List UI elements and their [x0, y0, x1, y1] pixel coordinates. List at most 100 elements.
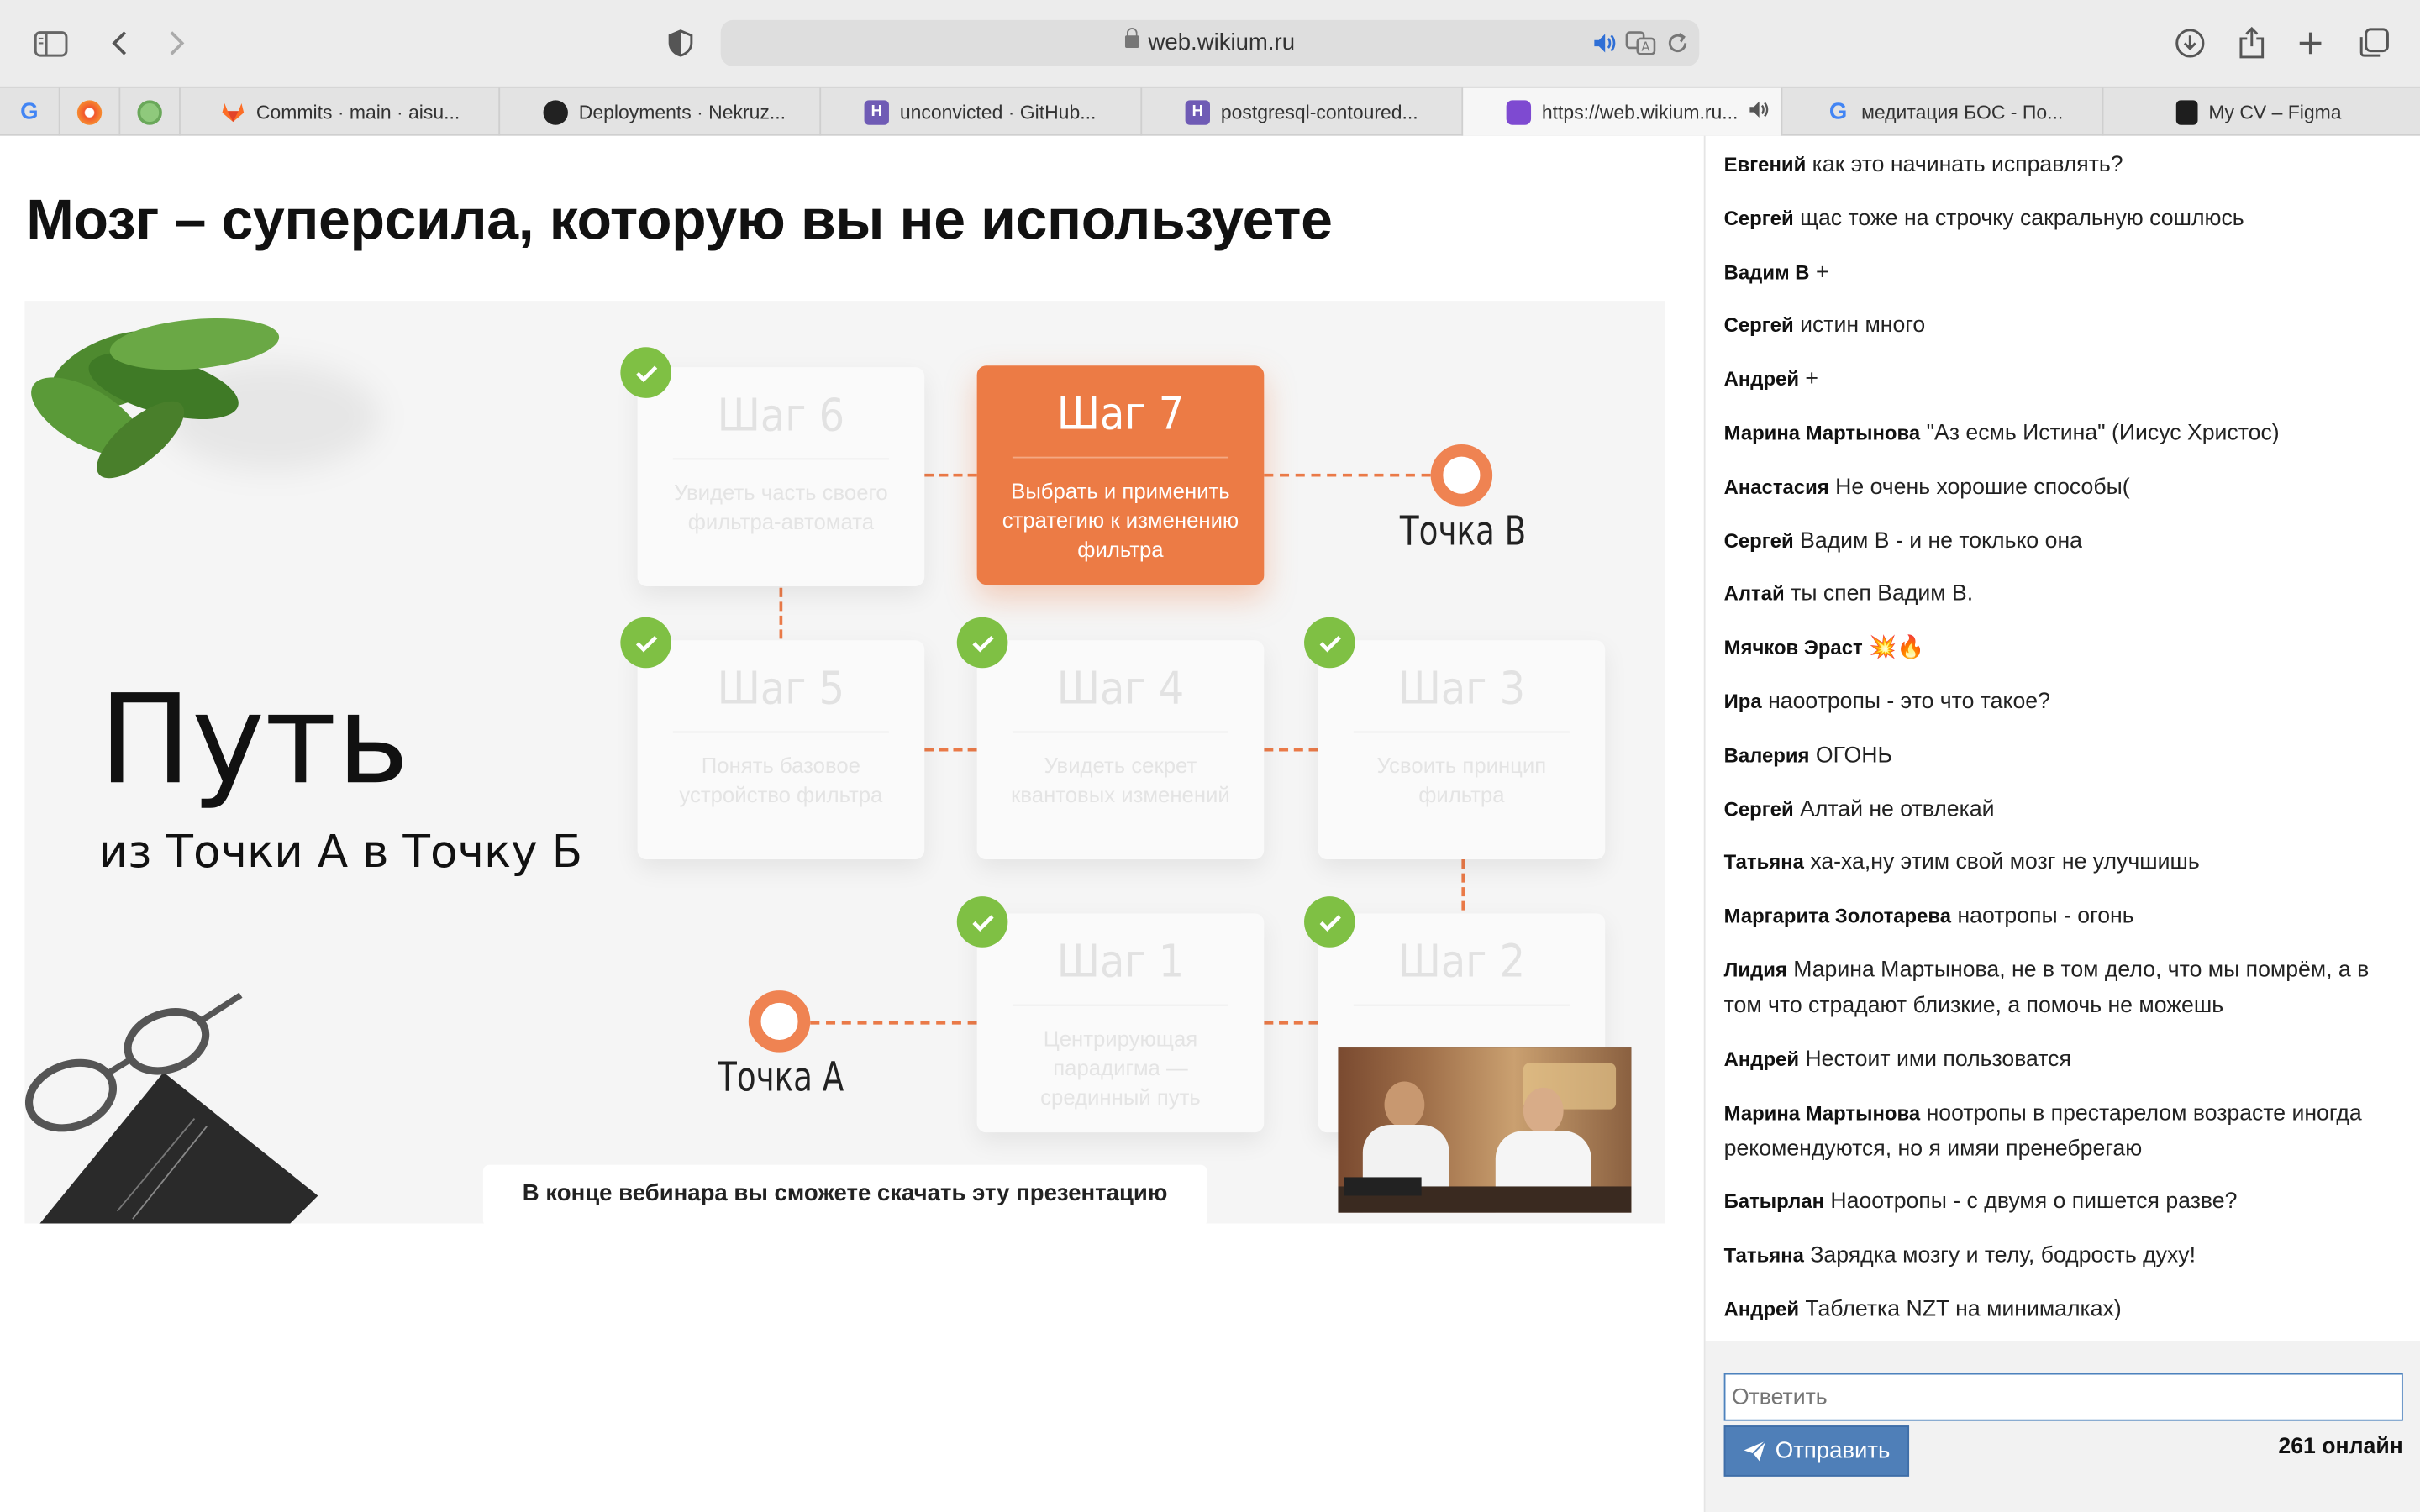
chat-message-text: Не очень хорошие способы(: [1835, 475, 2130, 500]
chat-message-text: Вадим В - и не токлько она: [1800, 528, 2082, 554]
pinned-tab-app[interactable]: [120, 87, 181, 136]
chat-message-author: Анастасия: [1723, 475, 1829, 498]
check-icon: [1304, 617, 1355, 669]
chat-message-list[interactable]: Евгений как это начинать исправлять? Серг…: [1706, 136, 2420, 1341]
chat-message-author: Сергей: [1723, 313, 1794, 338]
pinned-tab-google[interactable]: G: [0, 87, 60, 136]
chat-message-text: Наоотропы - с двумя о пишется разве?: [1830, 1189, 2238, 1215]
chat-message-author: Батырлан: [1723, 1189, 1825, 1214]
page-title: Мозг – суперсила, которую вы не использу…: [26, 188, 1333, 252]
chat-message-author: Ира: [1723, 689, 1762, 713]
chat-message-text: "Аз есмь Истина" (Иисус Христос): [1926, 421, 2280, 446]
step-card-3: Шаг 3 Усвоить принцип фильтра: [1318, 640, 1606, 860]
translate-icon[interactable]: A: [1625, 29, 1656, 65]
pinned-tab-music[interactable]: [60, 87, 121, 136]
forward-icon[interactable]: [160, 22, 194, 65]
chat-message-text: истин много: [1800, 313, 1926, 339]
connector-line: [924, 473, 977, 477]
chat-message: Татьяна Зарядка мозгу и телу, бодрость д…: [1724, 1237, 2403, 1274]
browser-toolbar: web.wikium.ru A: [0, 0, 2420, 87]
online-count: 261 онлайн: [2278, 1435, 2403, 1460]
connector-line: [1264, 1021, 1318, 1025]
app-icon: [137, 99, 162, 124]
chat-message: Вадим В +: [1724, 254, 2403, 291]
tab-overview-icon[interactable]: [2355, 22, 2392, 65]
webinar-slide[interactable]: Путь из Точки А в Точку Б Шаг 6 Увидеть ч…: [24, 301, 1665, 1224]
chat-message-author: Мячков Эраст: [1723, 636, 1863, 659]
chat-message: Евгений как это начинать исправлять?: [1724, 146, 2403, 183]
chat-message-author: Вадим В: [1723, 260, 1810, 284]
chat-message-author: Татьяна: [1723, 1243, 1804, 1268]
chat-message-author: Алтай: [1723, 582, 1785, 606]
chat-message-author: Татьяна: [1723, 850, 1804, 874]
chat-message-text: Алтай не отвлекай: [1800, 796, 1995, 822]
github-icon: [543, 99, 568, 124]
chat-message-text: ха-ха,ну этим свой мозг не улучшишь: [1810, 850, 2200, 876]
tab-2[interactable]: H unconvicted · GitHub...: [821, 87, 1143, 136]
chat-message: Ира наоотропы - это что такое?: [1724, 684, 2403, 721]
point-a-marker: [748, 990, 811, 1053]
chat-message: Марина Мартынова "Аз есмь Истина" (Иисус…: [1724, 415, 2403, 452]
svg-text:A: A: [1641, 40, 1649, 55]
step-card-4: Шаг 4 Увидеть секрет квантовых изменений: [976, 640, 1265, 860]
chat-message-author: Марина Мартынова: [1723, 421, 1921, 444]
speaker-icon[interactable]: [1591, 31, 1616, 64]
chat-message-text: как это начинать исправлять?: [1812, 152, 2123, 178]
chat-message: Маргарита Золотарева наотропы - огонь: [1724, 898, 2403, 935]
slide-caption: В конце вебинара вы сможете скачать эту …: [482, 1164, 1207, 1224]
chat-panel: Евгений как это начинать исправлять? Серг…: [1703, 135, 2420, 1512]
chat-message: Анастасия Не очень хорошие способы(: [1724, 469, 2403, 506]
tab-3[interactable]: H postgresql-contoured...: [1142, 87, 1464, 136]
chat-message-text: ты спеп Вадим В.: [1791, 582, 1974, 607]
share-icon[interactable]: [2235, 22, 2269, 65]
chat-footer: Отправить 261 онлайн: [1705, 1341, 2420, 1512]
tab-6[interactable]: My CV – Figma: [2103, 88, 2420, 136]
connector-line: [810, 1021, 977, 1025]
step-card-7-active: Шаг 7 Выбрать и применить стратегию к изм…: [976, 365, 1265, 585]
heroku-icon: H: [1185, 99, 1211, 124]
chat-message-author: Валерия: [1723, 743, 1810, 767]
point-a-label: Точка А: [718, 1055, 844, 1102]
back-icon[interactable]: [102, 22, 135, 65]
tab-1[interactable]: Deployments · Nekruz...: [500, 87, 822, 136]
send-button[interactable]: Отправить: [1723, 1425, 1910, 1477]
point-b-marker: [1430, 444, 1493, 507]
tab-audio-icon[interactable]: [1747, 99, 1769, 125]
reload-icon[interactable]: [1665, 31, 1690, 64]
chat-message: Сергей щас тоже на строчку сакральную со…: [1724, 200, 2403, 237]
step-card-1: Шаг 1 Центрирующая парадигма — срединный …: [976, 913, 1265, 1133]
reply-input[interactable]: [1723, 1373, 2403, 1421]
sidebar-toggle-icon[interactable]: [31, 22, 71, 65]
chat-message-author: Сергей: [1723, 206, 1794, 230]
tab-bar: G Commits · main · aisu... Deployments ·…: [0, 86, 2420, 136]
chat-message-text: ОГОНЬ: [1815, 743, 1892, 769]
tab-4-active[interactable]: https://web.wikium.ru...: [1463, 87, 1783, 136]
step-card-6: Шаг 6 Увидеть часть своего фильтра-автома…: [637, 367, 925, 586]
address-bar[interactable]: web.wikium.ru A: [720, 19, 1700, 66]
privacy-shield-icon[interactable]: [664, 22, 697, 65]
send-button-label: Отправить: [1775, 1437, 1891, 1465]
chat-message-text: щас тоже на строчку сакральную сошлюсь: [1800, 206, 2244, 232]
chat-message-author: Андрей: [1723, 367, 1800, 391]
tab-0[interactable]: Commits · main · aisu...: [181, 87, 501, 136]
chat-message: Батырлан Наоотропы - с двумя о пишется р…: [1724, 1184, 2403, 1221]
chat-message-text: Марина Мартынова, не в том дело, что мы …: [1723, 958, 2370, 1019]
tab-5[interactable]: G медитация БОС - По...: [1782, 87, 2104, 136]
chat-message-author: Сергей: [1723, 528, 1794, 552]
lock-icon: [1124, 28, 1139, 48]
chat-message: Андрей Таблетка NZT на минималках): [1724, 1291, 2403, 1328]
chat-message: Марина Мартынова ноотропы в престарелом …: [1724, 1095, 2403, 1167]
chat-message-text: Таблетка NZT на минималках): [1805, 1297, 2122, 1322]
gitlab-icon: [221, 99, 245, 123]
chat-message-text: +: [1805, 367, 1818, 392]
download-icon[interactable]: [2173, 22, 2207, 65]
chat-message: Сергей Вадим В - и не токлько она: [1724, 522, 2403, 559]
presenter-video[interactable]: [1338, 1047, 1632, 1213]
new-tab-icon[interactable]: [2293, 22, 2327, 65]
wikium-icon: [1506, 99, 1532, 124]
heroku-icon: H: [864, 99, 889, 124]
chat-message: Татьяна ха-ха,ну этим свой мозг не улучш…: [1724, 844, 2403, 881]
point-b-label: Точка В: [1399, 509, 1527, 556]
chat-message: Лидия Марина Мартынова, не в том дело, ч…: [1724, 952, 2403, 1024]
plant-decoration: [24, 301, 395, 486]
